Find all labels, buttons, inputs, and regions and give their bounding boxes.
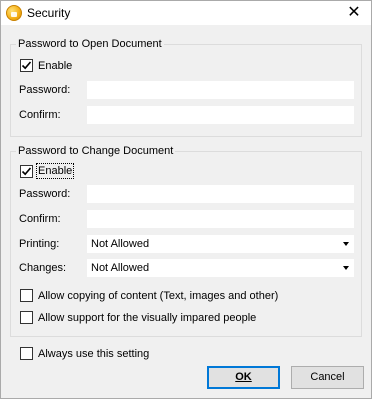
- open-confirm-field[interactable]: [87, 106, 354, 124]
- change-enable-label[interactable]: Enable: [35, 163, 75, 179]
- change-confirm-label: Confirm:: [19, 213, 61, 225]
- always-use-label[interactable]: Always use this setting: [38, 347, 149, 361]
- allow-visually-impaired-checkbox[interactable]: [20, 311, 33, 324]
- close-button[interactable]: ✕: [339, 1, 369, 25]
- window-title: Security: [27, 6, 71, 20]
- chevron-down-icon: [343, 242, 349, 246]
- open-password-field[interactable]: [87, 81, 354, 99]
- change-password-field[interactable]: [87, 185, 354, 203]
- always-use-checkbox[interactable]: [20, 347, 33, 360]
- check-icon: [21, 61, 32, 70]
- change-enable-checkbox[interactable]: [20, 165, 33, 178]
- printing-select-value: Not Allowed: [91, 238, 150, 250]
- changes-select-value: Not Allowed: [91, 262, 150, 274]
- chevron-down-icon: [343, 266, 349, 270]
- allow-copy-label[interactable]: Allow copying of content (Text, images a…: [38, 289, 278, 303]
- open-document-legend: Password to Open Document: [16, 37, 164, 51]
- change-confirm-field[interactable]: [87, 210, 354, 228]
- open-enable-label[interactable]: Enable: [38, 59, 72, 73]
- changes-select[interactable]: Not Allowed: [87, 259, 354, 277]
- change-password-label: Password:: [19, 188, 71, 200]
- cancel-button-label: Cancel: [310, 371, 345, 383]
- open-password-label: Password:: [19, 84, 71, 96]
- printing-label: Printing:: [19, 238, 60, 250]
- ok-button-label: OK: [235, 371, 252, 383]
- open-enable-checkbox[interactable]: [20, 59, 33, 72]
- allow-visually-impaired-label[interactable]: Allow support for the visually impared p…: [38, 311, 256, 325]
- cancel-button[interactable]: Cancel: [291, 366, 364, 389]
- ok-button[interactable]: OK: [207, 366, 280, 389]
- security-dialog: Security ✕ Password to Open Document Ena…: [0, 0, 372, 399]
- allow-copy-checkbox[interactable]: [20, 289, 33, 302]
- change-document-legend: Password to Change Document: [16, 144, 176, 158]
- printing-select[interactable]: Not Allowed: [87, 235, 354, 253]
- close-icon: ✕: [347, 4, 361, 21]
- open-confirm-label: Confirm:: [19, 109, 61, 121]
- app-icon: [6, 5, 22, 21]
- check-icon: [21, 167, 32, 176]
- title-bar: Security ✕: [1, 1, 371, 25]
- changes-label: Changes:: [19, 262, 67, 274]
